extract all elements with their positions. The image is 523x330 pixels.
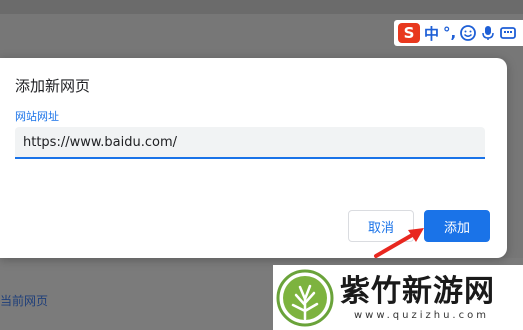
add-button[interactable]: 添加: [424, 210, 490, 242]
watermark-name: 紫竹新游网: [340, 274, 495, 309]
url-field-label: 网站网址: [15, 110, 59, 123]
ime-mode-toggle[interactable]: 中: [424, 23, 439, 44]
microphone-icon[interactable]: [480, 25, 496, 41]
annotation-arrow-icon: [374, 228, 424, 258]
watermark-url: www.quzizhu.com: [354, 310, 489, 321]
add-new-page-dialog: 添加新网页 网站网址 取消 添加: [0, 58, 507, 258]
emoji-icon[interactable]: [460, 25, 477, 41]
sogou-logo-icon[interactable]: S: [398, 23, 420, 43]
background-toolbar: [0, 0, 523, 14]
current-page-link[interactable]: 当前网页: [0, 292, 48, 309]
dialog-title: 添加新网页: [15, 77, 91, 95]
keyboard-icon[interactable]: [500, 25, 517, 41]
ime-punctuation-toggle[interactable]: °,: [443, 24, 456, 42]
ime-toolbar: S 中 °,: [394, 20, 523, 46]
site-watermark: 紫竹新游网 www.quzizhu.com: [273, 265, 523, 330]
tree-logo-icon: [276, 269, 334, 326]
url-input[interactable]: [15, 127, 485, 159]
